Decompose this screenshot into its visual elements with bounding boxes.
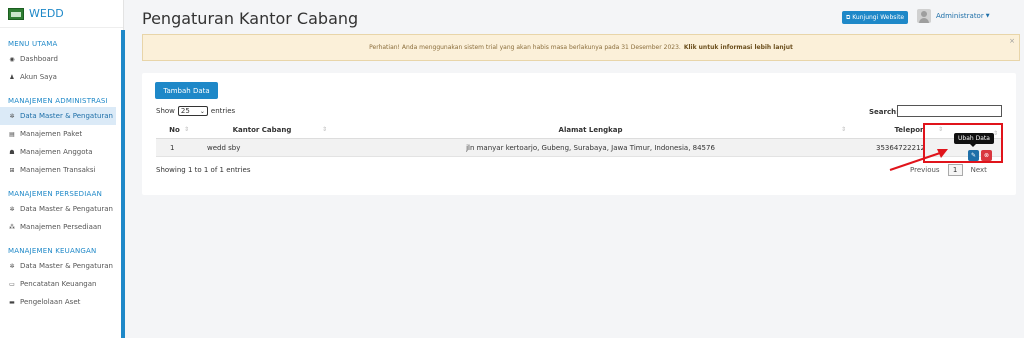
sidebar-item[interactable]: ◉ Dashboard bbox=[0, 50, 116, 68]
branch-table: No ⇕ Kantor Cabang ⇕ Alamat Lengkap ⇕ Telep… bbox=[156, 121, 1002, 161]
brand-logo bbox=[8, 7, 24, 20]
search-label: Search: bbox=[869, 108, 899, 116]
table-header: No ⇕ Kantor Cabang ⇕ Alamat Lengkap ⇕ Telep… bbox=[156, 121, 1002, 139]
sidebar-item[interactable]: ✲ Data Master & Pengaturan bbox=[0, 200, 116, 218]
cubes-icon: ⁂ bbox=[9, 223, 15, 231]
add-data-button[interactable]: Tambah Data bbox=[155, 82, 218, 99]
laptop-icon: ▬ bbox=[9, 298, 15, 306]
entries-value: 25 bbox=[180, 107, 190, 115]
sidebar-item-label: Dashboard bbox=[20, 55, 58, 63]
show-entries: Show 25 ⌄ entries bbox=[156, 106, 235, 116]
user-name: Administrator bbox=[936, 12, 984, 20]
close-icon[interactable]: × bbox=[1009, 37, 1015, 45]
user-icon: ♟ bbox=[9, 73, 15, 81]
user-menu[interactable]: Administrator ▼ bbox=[933, 10, 993, 22]
header-no-label: No bbox=[169, 125, 180, 134]
header-kantor-cabang[interactable]: Kantor Cabang ⇕ bbox=[193, 126, 331, 134]
sidebar-item[interactable]: ▤ Manajemen Paket bbox=[0, 125, 116, 143]
sidebar-item-label: Akun Saya bbox=[20, 73, 57, 81]
alert-text: Perhatian! Anda menggunakan sistem trial… bbox=[369, 44, 681, 51]
caret-down-icon: ▼ bbox=[985, 13, 990, 19]
show-label: Show bbox=[156, 107, 175, 115]
alert-link[interactable]: Klik untuk informasi lebih lanjut bbox=[684, 44, 793, 51]
header-kantor-label: Kantor Cabang bbox=[232, 125, 292, 134]
external-link-icon: ⧉ bbox=[846, 13, 851, 21]
sidebar-item-label: Data Master & Pengaturan bbox=[20, 205, 113, 213]
annotation-arrow bbox=[889, 149, 948, 171]
cogs-icon: ✲ bbox=[9, 262, 15, 270]
header-alamat-label: Alamat Lengkap bbox=[558, 125, 623, 134]
sidebar-item[interactable]: ✲ Data Master & Pengaturan bbox=[0, 257, 116, 275]
brand[interactable]: WEDD bbox=[0, 0, 123, 28]
visit-website-button[interactable]: ⧉ Kunjungi Website bbox=[842, 11, 909, 24]
trial-alert: Perhatian! Anda menggunakan sistem trial… bbox=[142, 34, 1020, 61]
search-input[interactable] bbox=[897, 105, 1002, 117]
sidebar: WEDD MENU UTAMA ◉ Dashboard ♟ Akun Saya MANAJ… bbox=[0, 0, 125, 338]
sidebar-item[interactable]: ▬ Pengelolaan Aset bbox=[0, 293, 116, 311]
sidebar-item-label: Manajemen Anggota bbox=[20, 148, 93, 156]
sidebar-item-label: Data Master & Pengaturan bbox=[20, 112, 113, 120]
cogs-icon: ✲ bbox=[9, 205, 15, 213]
cart-icon: ⊞ bbox=[9, 166, 15, 174]
sidebar-item-label: Pencatatan Keuangan bbox=[20, 280, 97, 288]
sort-icon: ⇕ bbox=[840, 125, 846, 133]
sidebar-item-label: Manajemen Paket bbox=[20, 130, 83, 138]
avatar[interactable] bbox=[917, 9, 931, 23]
sidebar-item[interactable]: ⊞ Manajemen Transaksi bbox=[0, 161, 116, 179]
sidebar-item[interactable]: ✲ Data Master & Pengaturan bbox=[0, 107, 116, 125]
header-alamat[interactable]: Alamat Lengkap ⇕ bbox=[331, 126, 850, 134]
sidebar-section-title: MANAJEMEN ADMINISTRASI bbox=[8, 97, 108, 105]
sidebar-item[interactable]: ⁂ Manajemen Persediaan bbox=[0, 218, 116, 236]
sidebar-item-label: Data Master & Pengaturan bbox=[20, 262, 113, 270]
sidebar-item-label: Pengelolaan Aset bbox=[20, 298, 81, 306]
data-card: Tambah Data Show 25 ⌄ entries Search: No… bbox=[142, 73, 1016, 195]
table-row: 1 wedd sby jln manyar kertoarjo, Gubeng,… bbox=[156, 132, 1002, 161]
cell-no: 1 bbox=[170, 143, 175, 152]
cell-kantor: wedd sby bbox=[207, 143, 241, 152]
next-button[interactable]: Next bbox=[971, 166, 987, 174]
sidebar-section-title: MENU UTAMA bbox=[8, 40, 58, 48]
book-icon: ▤ bbox=[9, 130, 15, 138]
sidebar-item[interactable]: ♟ Akun Saya bbox=[0, 68, 116, 86]
chevron-down-icon: ⌄ bbox=[199, 107, 205, 115]
dashboard-icon: ◉ bbox=[9, 55, 15, 63]
brand-name: WEDD bbox=[29, 7, 64, 20]
table-info: Showing 1 to 1 of 1 entries bbox=[156, 166, 251, 174]
sidebar-section-title: MANAJEMEN KEUANGAN bbox=[8, 247, 97, 255]
page-title: Pengaturan Kantor Cabang bbox=[142, 9, 359, 28]
sidebar-item[interactable]: ▭ Pencatatan Keuangan bbox=[0, 275, 116, 293]
entries-label: entries bbox=[210, 107, 236, 115]
sort-icon: ⇕ bbox=[321, 125, 327, 133]
sidebar-section-title: MANAJEMEN PERSEDIAAN bbox=[8, 190, 103, 198]
cogs-icon: ✲ bbox=[9, 112, 15, 120]
cell-alamat: jln manyar kertoarjo, Gubeng, Surabaya, … bbox=[466, 143, 715, 152]
sidebar-nav: MENU UTAMA ◉ Dashboard ♟ Akun Saya MANAJEMEN … bbox=[0, 40, 123, 311]
sidebar-item-label: Manajemen Transaksi bbox=[20, 166, 96, 174]
money-icon: ▭ bbox=[9, 280, 15, 288]
visit-website-label: Kunjungi Website bbox=[852, 14, 905, 21]
sidebar-item[interactable]: ☗ Manajemen Anggota bbox=[0, 143, 116, 161]
entries-select[interactable]: 25 ⌄ bbox=[177, 106, 208, 116]
sidebar-item-label: Manajemen Persediaan bbox=[20, 223, 102, 231]
sort-icon: ⇕ bbox=[183, 125, 189, 133]
users-icon: ☗ bbox=[9, 148, 15, 156]
header-telepon-label: Telepon bbox=[894, 125, 925, 134]
header-no[interactable]: No ⇕ bbox=[156, 126, 193, 134]
